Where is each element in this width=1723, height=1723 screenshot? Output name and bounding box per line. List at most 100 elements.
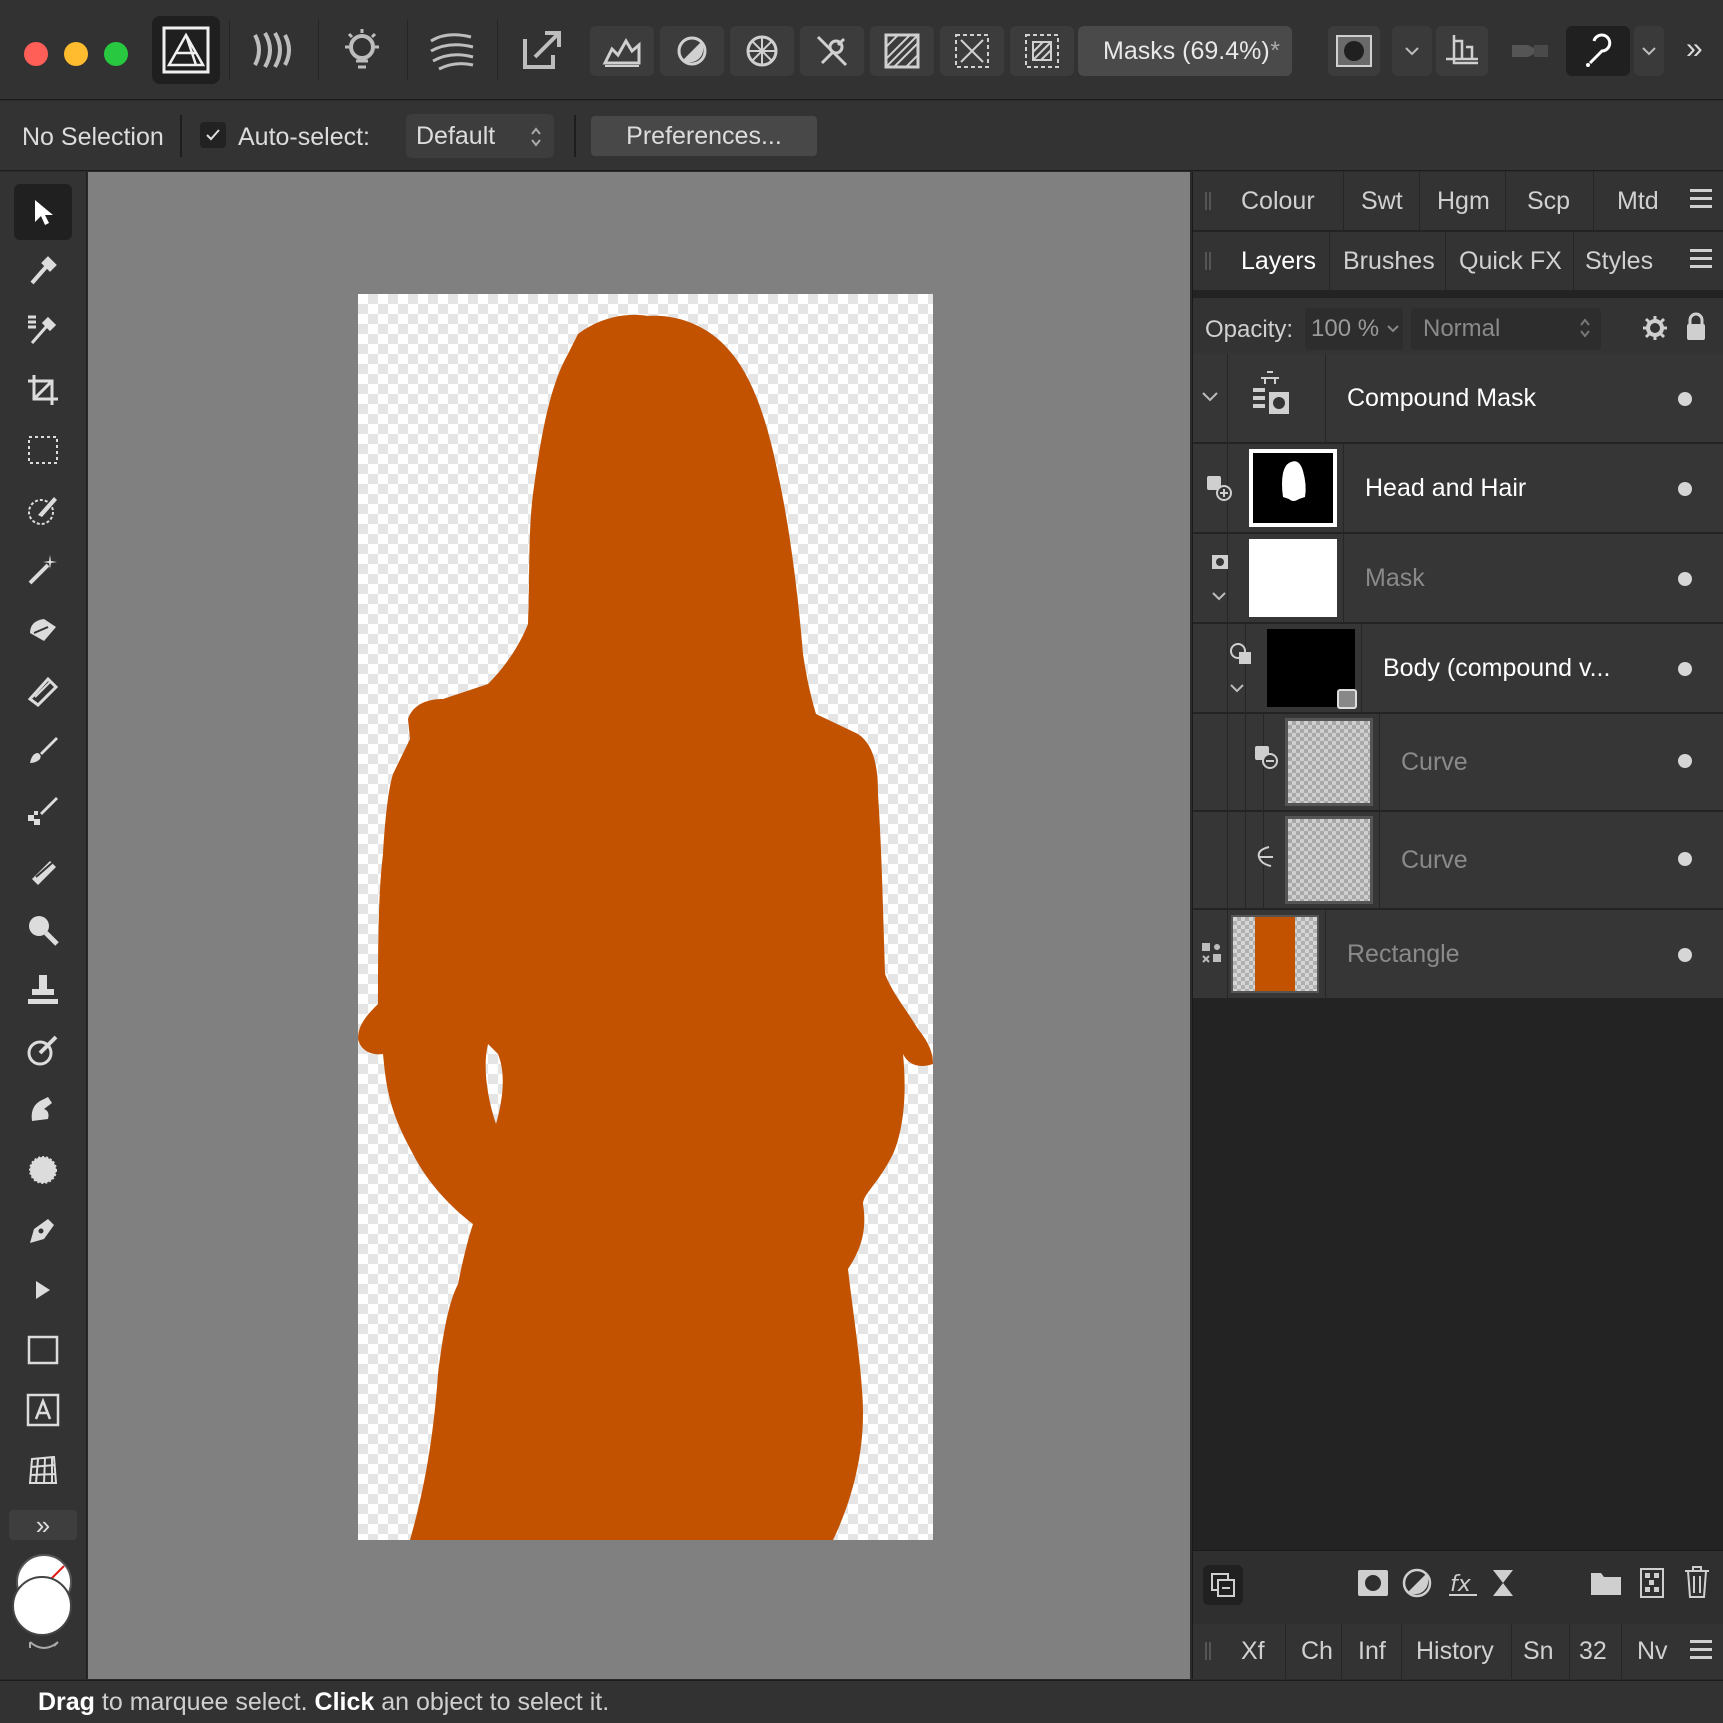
layer-visibility-toggle[interactable] — [1678, 948, 1692, 962]
layer-visibility-toggle[interactable] — [1678, 662, 1692, 676]
tab-navigator[interactable]: Nv — [1637, 1624, 1668, 1679]
toolbar-overflow-button[interactable]: » — [1686, 32, 1703, 66]
pixel-tool-icon[interactable] — [14, 782, 72, 838]
photo-persona-icon[interactable] — [152, 16, 220, 84]
crop-tool-icon[interactable] — [14, 362, 72, 418]
levels-icon[interactable] — [590, 26, 654, 76]
mask-layer-icon[interactable] — [1357, 1569, 1389, 1602]
fill-tool-icon[interactable] — [14, 662, 72, 718]
inpainting-tool-icon[interactable] — [14, 842, 72, 898]
adjustment-layer-icon[interactable] — [1401, 1567, 1433, 1604]
liquify-persona-icon[interactable] — [240, 16, 308, 84]
node-tool-icon[interactable] — [14, 1262, 72, 1318]
snapping-icon[interactable] — [1436, 26, 1488, 76]
layer-row-mask[interactable]: Mask — [1193, 534, 1723, 623]
color-picker-tool-icon[interactable] — [14, 242, 72, 298]
primary-colour-swatch[interactable] — [12, 1576, 72, 1636]
flood-select-tool-icon[interactable] — [14, 542, 72, 598]
pen-tool-icon[interactable] — [14, 1202, 72, 1258]
tab-colour[interactable]: Colour — [1241, 172, 1315, 230]
develop-persona-icon[interactable] — [328, 16, 396, 84]
tab-channels[interactable]: Ch — [1301, 1624, 1333, 1679]
collapse-chevron-icon[interactable] — [1229, 682, 1245, 694]
tab-32bit-preview[interactable]: 32 — [1579, 1624, 1607, 1679]
preferences-button[interactable]: Preferences... — [591, 116, 817, 156]
dodge-tool-icon[interactable] — [14, 1022, 72, 1078]
invert-selection-icon[interactable] — [1010, 26, 1074, 76]
layer-options-icon[interactable] — [1203, 1565, 1243, 1605]
zoom-tool-icon[interactable] — [14, 902, 72, 958]
tab-swatches[interactable]: Swt — [1361, 172, 1403, 230]
close-window-button[interactable] — [24, 42, 48, 66]
tab-histogram[interactable]: Hgm — [1437, 172, 1490, 230]
rectangle-tool-icon[interactable] — [14, 1322, 72, 1378]
paint-brush-tool-icon[interactable] — [14, 722, 72, 778]
layer-row-curve-1[interactable]: Curve — [1193, 714, 1723, 811]
layer-row-compound-mask[interactable]: Compound Mask — [1193, 354, 1723, 443]
panel-menu-icon[interactable] — [1690, 1640, 1712, 1662]
lock-icon[interactable] — [1685, 312, 1707, 349]
move-tool-icon[interactable] — [14, 184, 72, 240]
auto-select-checkbox[interactable] — [200, 122, 226, 148]
layer-row-head-and-hair[interactable]: Head and Hair — [1193, 444, 1723, 533]
assistant-chevron-icon[interactable] — [1634, 26, 1664, 76]
document-title-tab[interactable]: Masks (69.4%) * — [1078, 26, 1292, 76]
canvas-area[interactable] — [88, 172, 1190, 1679]
panel-grip-icon[interactable] — [1205, 252, 1211, 270]
clone-tool-icon[interactable] — [14, 962, 72, 1018]
tab-history[interactable]: History — [1416, 1624, 1494, 1679]
layer-visibility-toggle[interactable] — [1678, 852, 1692, 866]
quick-mask-icon[interactable] — [1328, 26, 1380, 76]
layer-visibility-toggle[interactable] — [1678, 482, 1692, 496]
pixel-layer-icon[interactable] — [1639, 1567, 1665, 1604]
tab-scope[interactable]: Scp — [1527, 172, 1570, 230]
blend-mode-dropdown[interactable]: Normal — [1411, 308, 1601, 350]
sample-picker-tool-icon[interactable] — [14, 302, 72, 358]
zoom-window-button[interactable] — [104, 42, 128, 66]
text-tool-icon[interactable] — [14, 1382, 72, 1438]
live-filter-icon[interactable]: fx — [1447, 1567, 1479, 1604]
layer-visibility-toggle[interactable] — [1678, 754, 1692, 768]
layer-visibility-toggle[interactable] — [1678, 572, 1692, 586]
tone-mapping-persona-icon[interactable] — [418, 16, 486, 84]
assistant-icon[interactable] — [1566, 26, 1630, 76]
layer-visibility-toggle[interactable] — [1678, 392, 1692, 406]
panel-grip-icon[interactable] — [1205, 192, 1211, 210]
collapse-chevron-icon[interactable] — [1201, 390, 1219, 404]
blur-tool-icon[interactable] — [14, 1142, 72, 1198]
trash-icon[interactable] — [1683, 1565, 1711, 1604]
selection-brush-tool-icon[interactable] — [14, 482, 72, 538]
mask-quick-icon[interactable] — [870, 26, 934, 76]
tab-metadata[interactable]: Mtd — [1617, 172, 1659, 230]
opacity-field[interactable]: 100 % — [1305, 308, 1403, 350]
tab-transform[interactable]: Xf — [1241, 1624, 1265, 1679]
tab-quick-fx[interactable]: Quick FX — [1459, 232, 1562, 290]
tab-brushes[interactable]: Brushes — [1343, 232, 1435, 290]
panel-menu-icon[interactable] — [1690, 249, 1712, 271]
minimize-window-button[interactable] — [64, 42, 88, 66]
layer-row-body-compound[interactable]: Body (compound v... — [1193, 624, 1723, 713]
panel-menu-icon[interactable] — [1690, 189, 1712, 211]
chevron-down-icon[interactable] — [1392, 26, 1432, 76]
group-layers-icon[interactable] — [1589, 1569, 1623, 1602]
assistant-toggle-icon[interactable] — [1500, 26, 1560, 76]
layer-row-curve-2[interactable]: Curve — [1193, 812, 1723, 909]
auto-white-balance-icon[interactable] — [800, 26, 864, 76]
document-canvas[interactable] — [358, 294, 933, 1540]
tab-snapshots[interactable]: Sn — [1523, 1624, 1554, 1679]
auto-select-dropdown[interactable]: Default — [406, 114, 554, 158]
collapse-chevron-icon[interactable] — [1211, 590, 1227, 602]
deselect-icon[interactable] — [940, 26, 1004, 76]
auto-contrast-icon[interactable] — [660, 26, 724, 76]
auto-colour-icon[interactable] — [730, 26, 794, 76]
smudge-tool-icon[interactable] — [14, 1082, 72, 1138]
gear-icon[interactable] — [1641, 314, 1669, 349]
layer-row-rectangle[interactable]: Rectangle — [1193, 910, 1723, 999]
erase-brush-tool-icon[interactable] — [14, 602, 72, 658]
more-tools-button[interactable]: » — [9, 1510, 77, 1540]
mesh-tool-icon[interactable] — [14, 1442, 72, 1498]
tab-styles[interactable]: Styles — [1585, 232, 1653, 290]
fill-layer-icon[interactable] — [1489, 1567, 1517, 1604]
tab-layers[interactable]: Layers — [1241, 232, 1316, 290]
marquee-tool-icon[interactable] — [14, 422, 72, 478]
